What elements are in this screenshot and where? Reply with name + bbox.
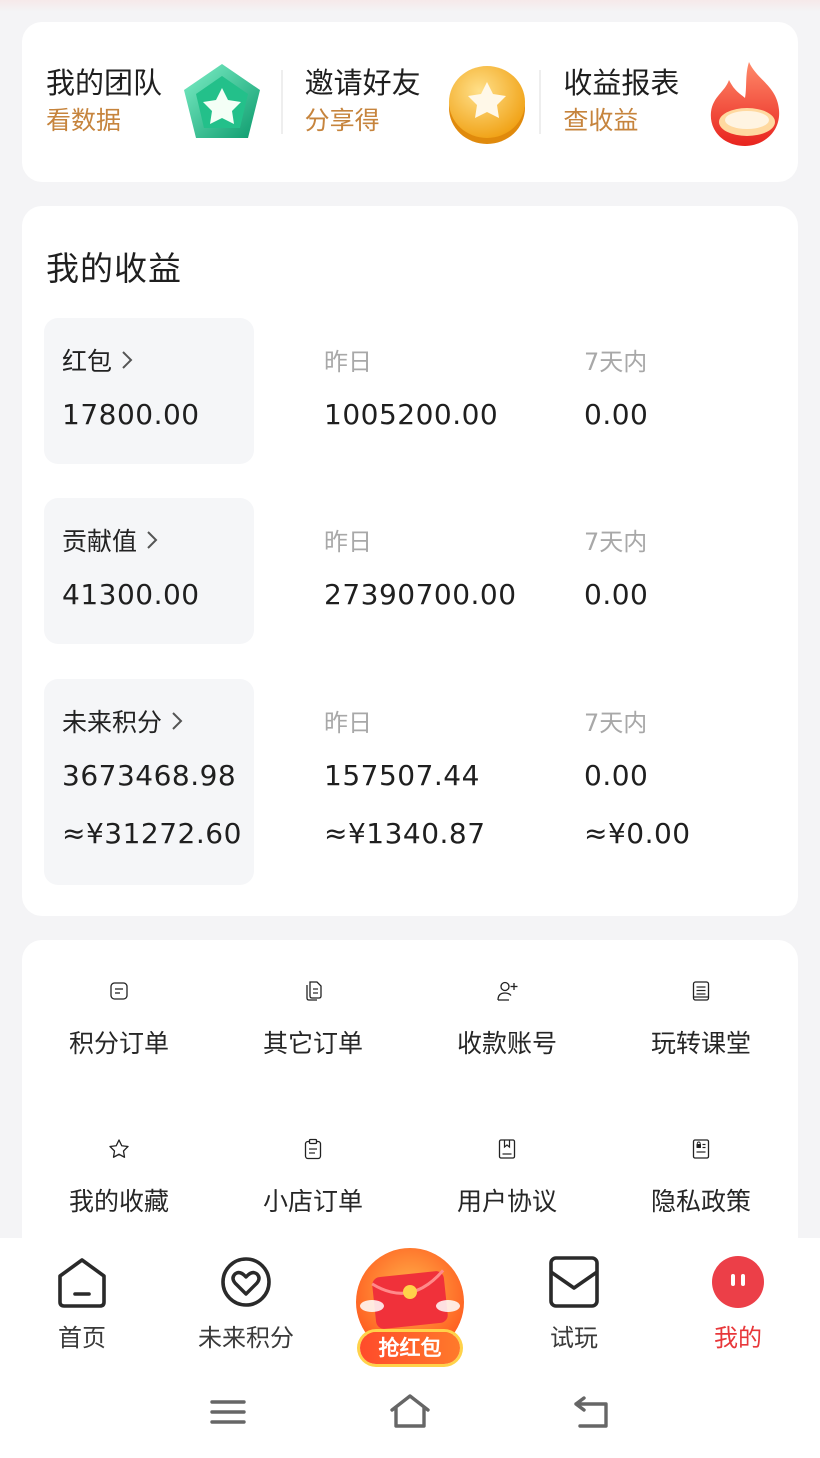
quick-entry-subtitle: 看数据 — [46, 106, 122, 135]
contribution-label-text: 贡献值 — [62, 527, 138, 556]
quick-entries-card: 我的团队 看数据 邀请好友 分享得 收益报表 查收益 — [22, 22, 798, 182]
yesterday-label: 昨日 — [324, 528, 372, 556]
quick-entry-my-team[interactable]: 我的团队 看数据 — [22, 22, 281, 182]
system-navigation-bar — [0, 1370, 820, 1458]
red-packet-yesterday: 1005200.00 — [324, 398, 499, 431]
tab-label: 首页 — [58, 1324, 106, 1352]
menu-item-label: 隐私政策 — [650, 1187, 751, 1216]
tab-label: 未来积分 — [198, 1324, 294, 1352]
tab-grab-red-packet[interactable]: 抢红包 — [352, 1246, 468, 1364]
earnings-row-future-points: 未来积分 3673468.98 ≈¥31272.60 昨日 157507.44 … — [44, 679, 784, 885]
menu-item-other-orders[interactable]: 其它订单 — [216, 940, 410, 1060]
contribution-total: 41300.00 — [62, 578, 200, 611]
star-icon — [109, 1139, 129, 1158]
future-points-yesterday-cny: ≈¥1340.87 — [324, 817, 486, 850]
other-orders-icon — [306, 981, 322, 1001]
red-packet-total: 17800.00 — [62, 398, 200, 431]
my-earnings-card: 我的收益 红包 17800.00 昨日 1005200.00 7天内 0.00 … — [22, 206, 798, 916]
future-points-total: 3673468.98 — [62, 759, 237, 792]
menu-item-payment-account[interactable]: 收款账号 — [410, 940, 604, 1060]
contribution-box[interactable]: 贡献值 41300.00 — [44, 498, 254, 644]
menu-item-classroom[interactable]: 玩转课堂 — [604, 940, 798, 1060]
contribution-yesterday: 27390700.00 — [324, 578, 517, 611]
red-packet-box[interactable]: 红包 17800.00 — [44, 318, 254, 464]
services-menu-card: 积分订单 其它订单 收款账号 玩转课堂 我的收藏 小店订单 用户协议 隐私政策 — [22, 940, 798, 1270]
privacy-icon — [692, 1139, 710, 1159]
menu-item-favorites[interactable]: 我的收藏 — [22, 1098, 216, 1218]
week-label: 7天内 — [584, 348, 648, 376]
week-label: 7天内 — [584, 709, 648, 737]
menu-item-label: 收款账号 — [456, 1029, 557, 1058]
menu-item-label: 其它订单 — [262, 1029, 363, 1058]
earnings-row-contribution: 贡献值 41300.00 昨日 27390700.00 7天内 0.00 — [44, 498, 784, 644]
future-points-total-cny: ≈¥31272.60 — [62, 817, 242, 850]
menu-item-shop-orders[interactable]: 小店订单 — [216, 1098, 410, 1218]
future-points-label[interactable]: 未来积分 — [62, 703, 184, 739]
earnings-row-red-packet: 红包 17800.00 昨日 1005200.00 7天内 0.00 — [44, 318, 784, 464]
agreement-icon — [498, 1139, 516, 1159]
invite-coin-icon — [448, 66, 525, 144]
menu-item-points-orders[interactable]: 积分订单 — [22, 940, 216, 1060]
menu-item-label: 小店订单 — [262, 1187, 363, 1216]
future-points-week: 0.00 — [584, 759, 649, 792]
report-flame-icon — [711, 62, 780, 146]
quick-entry-invite-friends[interactable]: 邀请好友 分享得 — [280, 22, 540, 182]
chevron-right-icon — [172, 712, 183, 730]
clipboard-icon — [304, 1138, 322, 1160]
quick-entry-subtitle: 分享得 — [304, 106, 380, 135]
menu-item-label: 用户协议 — [456, 1187, 557, 1216]
trial-icon — [549, 1256, 599, 1308]
future-points-label-text: 未来积分 — [62, 708, 163, 737]
menu-lines-icon[interactable] — [206, 1390, 250, 1434]
red-packet-label[interactable]: 红包 — [62, 342, 134, 378]
week-label: 7天内 — [584, 528, 648, 556]
tab-trial[interactable]: 试玩 — [492, 1254, 656, 1353]
red-packet-week: 0.00 — [584, 398, 649, 431]
chevron-right-icon — [122, 351, 133, 369]
team-gem-icon — [184, 64, 260, 138]
future-points-yesterday: 157507.44 — [324, 759, 480, 792]
quick-entry-earnings-report[interactable]: 收益报表 查收益 — [539, 22, 798, 182]
tab-mine[interactable]: 我的 — [656, 1254, 820, 1353]
future-points-box[interactable]: 未来积分 3673468.98 ≈¥31272.60 — [44, 679, 254, 885]
tab-label: 试玩 — [550, 1324, 598, 1352]
menu-item-label: 积分订单 — [68, 1029, 169, 1058]
menu-item-user-agreement[interactable]: 用户协议 — [410, 1098, 604, 1218]
profile-face-icon — [712, 1256, 764, 1308]
contribution-week: 0.00 — [584, 578, 649, 611]
top-fade — [0, 0, 820, 12]
menu-item-label: 玩转课堂 — [650, 1029, 751, 1058]
contribution-label[interactable]: 贡献值 — [62, 522, 159, 558]
tab-label: 我的 — [714, 1324, 762, 1352]
yesterday-label: 昨日 — [324, 348, 372, 376]
earnings-title: 我的收益 — [46, 249, 182, 288]
quick-entry-subtitle: 查收益 — [563, 106, 639, 135]
chevron-right-icon — [147, 531, 158, 549]
back-icon[interactable] — [570, 1390, 614, 1434]
heart-circle-icon — [221, 1257, 271, 1307]
grab-red-packet-label: 抢红包 — [360, 1332, 460, 1364]
red-packet-label-text: 红包 — [62, 347, 113, 376]
tab-future-points[interactable]: 未来积分 — [164, 1254, 328, 1353]
red-envelope-icon — [356, 1248, 464, 1356]
menu-item-privacy-policy[interactable]: 隐私政策 — [604, 1098, 798, 1218]
quick-entry-title: 邀请好友 — [304, 66, 421, 100]
points-order-icon — [110, 982, 128, 1000]
classroom-book-icon — [692, 981, 710, 1001]
quick-entry-title: 收益报表 — [563, 66, 680, 100]
yesterday-label: 昨日 — [324, 709, 372, 737]
home-icon — [58, 1258, 106, 1308]
bottom-tab-bar: 首页 未来积分 抢红包 试玩 我的 — [0, 1238, 820, 1370]
home-outline-icon[interactable] — [388, 1390, 432, 1434]
quick-entry-title: 我的团队 — [46, 66, 163, 100]
menu-item-label: 我的收藏 — [68, 1187, 169, 1216]
add-account-icon — [497, 981, 518, 1001]
tab-home[interactable]: 首页 — [0, 1254, 164, 1353]
future-points-week-cny: ≈¥0.00 — [584, 817, 691, 850]
